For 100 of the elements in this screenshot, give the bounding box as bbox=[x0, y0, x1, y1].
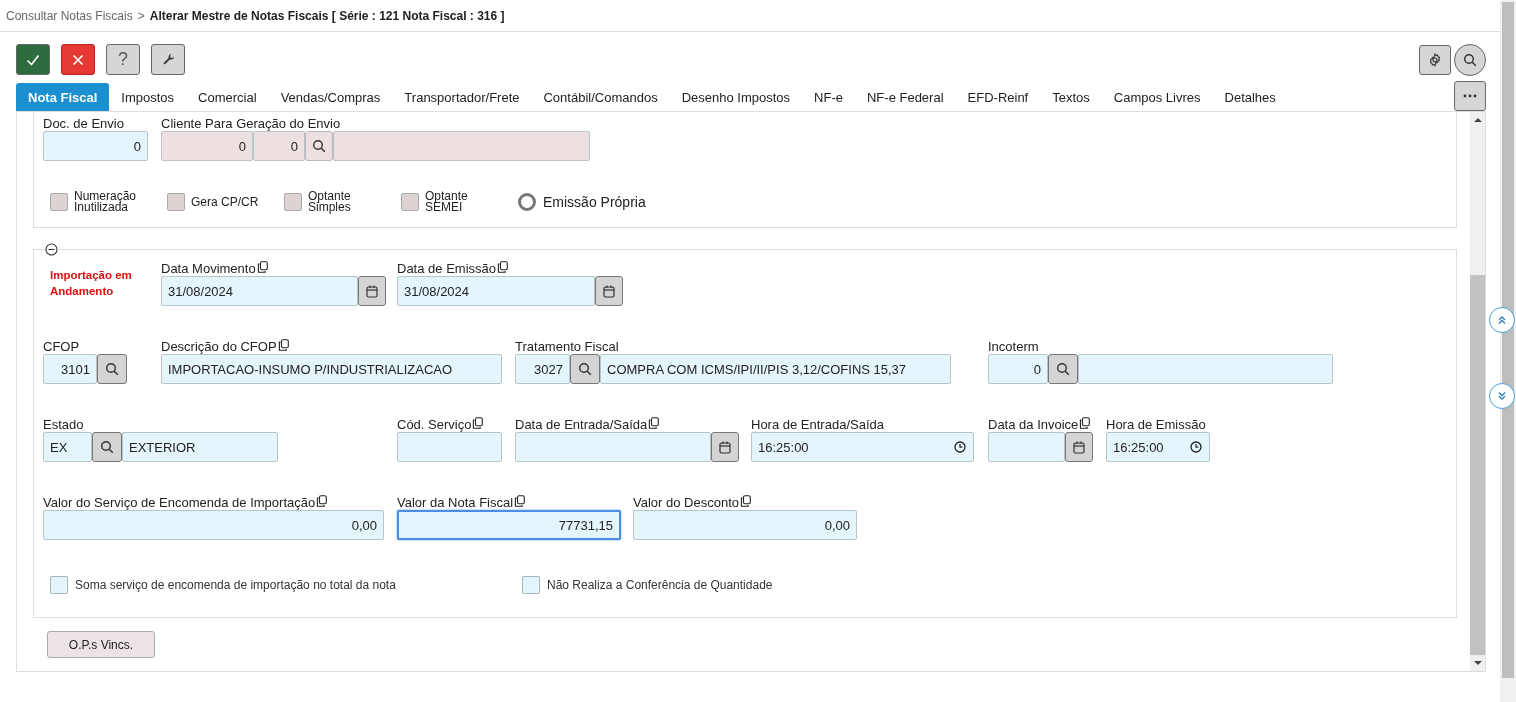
page-title: Alterar Mestre de Notas Fiscais [ Série : 121 Nota Fiscal : 316 ] bbox=[149, 8, 505, 23]
checkbox-label: Optante Simples bbox=[308, 191, 352, 213]
tab[interactable]: Desenho Impostos bbox=[669, 83, 803, 111]
time-field[interactable]: 16:25:00 bbox=[1106, 432, 1210, 462]
field-label: Data de Emissão bbox=[397, 261, 496, 276]
tab[interactable]: NF-e bbox=[802, 83, 855, 111]
breadcrumb-link[interactable]: Consultar Notas Fiscais bbox=[6, 8, 133, 23]
copy-icon[interactable] bbox=[514, 495, 526, 507]
double-chevron-up-icon bbox=[1497, 315, 1507, 325]
calendar-button[interactable] bbox=[358, 276, 386, 306]
page-scrollbar[interactable] bbox=[1500, 0, 1516, 702]
tab[interactable]: Comercial bbox=[186, 83, 269, 111]
checkbox[interactable] bbox=[50, 576, 68, 594]
status-message: Importação em Andamento bbox=[50, 268, 133, 299]
wrench-icon bbox=[161, 53, 175, 66]
calendar-button[interactable] bbox=[1065, 432, 1093, 462]
search-icon bbox=[100, 440, 114, 454]
search-icon bbox=[578, 362, 592, 376]
more-button[interactable] bbox=[1454, 81, 1486, 111]
field-label: Hora de Emissão bbox=[1106, 417, 1206, 432]
copy-icon[interactable] bbox=[740, 495, 751, 507]
copy-icon[interactable] bbox=[648, 417, 660, 429]
copy-icon[interactable] bbox=[316, 495, 328, 507]
copy-icon[interactable] bbox=[277, 339, 289, 351]
search-button[interactable] bbox=[1454, 43, 1486, 76]
field-label: Valor do Serviço de Encomenda de Importação bbox=[43, 495, 316, 510]
field-label: Tratamento Fiscal bbox=[515, 339, 619, 354]
field-label: Valor da Nota Fiscal bbox=[397, 495, 514, 510]
search-button[interactable] bbox=[92, 432, 122, 462]
field-label: Cód. Serviço bbox=[397, 417, 472, 432]
date-field[interactable]: 31/08/2024 bbox=[161, 276, 358, 306]
copy-icon[interactable] bbox=[472, 417, 484, 429]
radio-button[interactable] bbox=[518, 193, 536, 211]
amount-field[interactable]: 0,00 bbox=[43, 510, 384, 540]
linked-ops-button[interactable]: O.P.s Vincs. bbox=[47, 631, 155, 658]
scroll-top-button[interactable] bbox=[1489, 307, 1515, 333]
checkbox-label: Numeração Inutilizada bbox=[74, 191, 138, 213]
search-icon bbox=[1056, 362, 1070, 376]
code-field[interactable]: 3101 bbox=[43, 354, 97, 384]
field-label: CFOP bbox=[43, 339, 80, 354]
wrench-button[interactable] bbox=[151, 44, 185, 75]
double-chevron-down-icon bbox=[1497, 391, 1507, 401]
date-field[interactable] bbox=[515, 432, 711, 462]
more-icon bbox=[1463, 94, 1477, 98]
calendar-icon bbox=[719, 440, 731, 454]
tab[interactable]: Campos Livres bbox=[1101, 83, 1213, 111]
search-button[interactable] bbox=[570, 354, 600, 384]
tab[interactable]: Nota Fiscal bbox=[16, 83, 110, 111]
calendar-icon bbox=[366, 284, 378, 298]
tab[interactable]: Impostos bbox=[109, 83, 187, 111]
calendar-button[interactable] bbox=[711, 432, 739, 462]
date-field[interactable] bbox=[988, 432, 1065, 462]
breadcrumb-separator: > bbox=[137, 8, 145, 23]
search-button[interactable] bbox=[97, 354, 127, 384]
calendar-icon bbox=[1073, 440, 1085, 454]
text-field[interactable] bbox=[397, 432, 502, 462]
cancel-button[interactable] bbox=[61, 44, 95, 75]
amount-field[interactable]: 0,00 bbox=[633, 510, 857, 540]
tab[interactable]: Detalhes bbox=[1212, 83, 1288, 111]
copy-icon[interactable] bbox=[1079, 417, 1091, 429]
help-button[interactable]: ? bbox=[106, 44, 140, 75]
tab[interactable]: NF-e Federal bbox=[854, 83, 956, 111]
calendar-icon bbox=[603, 284, 615, 298]
checkbox[interactable] bbox=[522, 576, 540, 594]
tab[interactable]: EFD-Reinf bbox=[955, 83, 1041, 111]
save-button[interactable] bbox=[16, 44, 50, 75]
tab[interactable]: Contábil/Comandos bbox=[531, 83, 670, 111]
field-label: Descrição do CFOP bbox=[161, 339, 277, 354]
field-label: Data da Invoice bbox=[988, 417, 1079, 432]
name-field[interactable]: EXTERIOR bbox=[122, 432, 278, 462]
text-field[interactable]: IMPORTACAO-INSUMO P/INDUSTRIALIZACAO bbox=[161, 354, 502, 384]
code-field[interactable]: 3027 bbox=[515, 354, 570, 384]
tab[interactable]: Transportador/Frete bbox=[392, 83, 532, 111]
field-label: Data Movimento bbox=[161, 261, 256, 276]
field-label: Incoterm bbox=[988, 339, 1039, 354]
time-field[interactable]: 16:25:00 bbox=[751, 432, 974, 462]
search-icon bbox=[105, 362, 119, 376]
tab[interactable]: Textos bbox=[1040, 83, 1102, 111]
tab[interactable]: Vendas/Compras bbox=[268, 83, 393, 111]
checkbox-label: Gera CP/CR bbox=[191, 196, 259, 208]
code-field[interactable]: EX bbox=[43, 432, 92, 462]
scrollbar[interactable] bbox=[1470, 112, 1485, 671]
search-button[interactable] bbox=[1048, 354, 1078, 384]
clock-icon bbox=[1190, 441, 1202, 453]
amount-field[interactable]: 77731,15 bbox=[397, 510, 621, 540]
name-field[interactable]: COMPRA COM ICMS/IPI/II/PIS 3,12/COFINS 15,37 bbox=[600, 354, 951, 384]
calendar-button[interactable] bbox=[595, 276, 623, 306]
number-field[interactable]: 0 bbox=[43, 131, 148, 161]
settings-button[interactable] bbox=[1419, 44, 1451, 75]
copy-icon[interactable] bbox=[497, 261, 508, 273]
date-field[interactable]: 31/08/2024 bbox=[397, 276, 595, 306]
name-field[interactable] bbox=[1078, 354, 1333, 384]
field-label: Doc. de Envio bbox=[43, 116, 124, 131]
copy-icon[interactable] bbox=[256, 261, 268, 273]
field-label: Data de Entrada/Saída bbox=[515, 417, 648, 432]
code-field[interactable]: 0 bbox=[988, 354, 1048, 384]
field-label: Cliente Para Geração do Envio bbox=[161, 116, 341, 131]
collapse-icon[interactable] bbox=[45, 243, 58, 256]
field-label: Valor do Desconto bbox=[633, 495, 739, 510]
scroll-bottom-button[interactable] bbox=[1489, 383, 1515, 409]
